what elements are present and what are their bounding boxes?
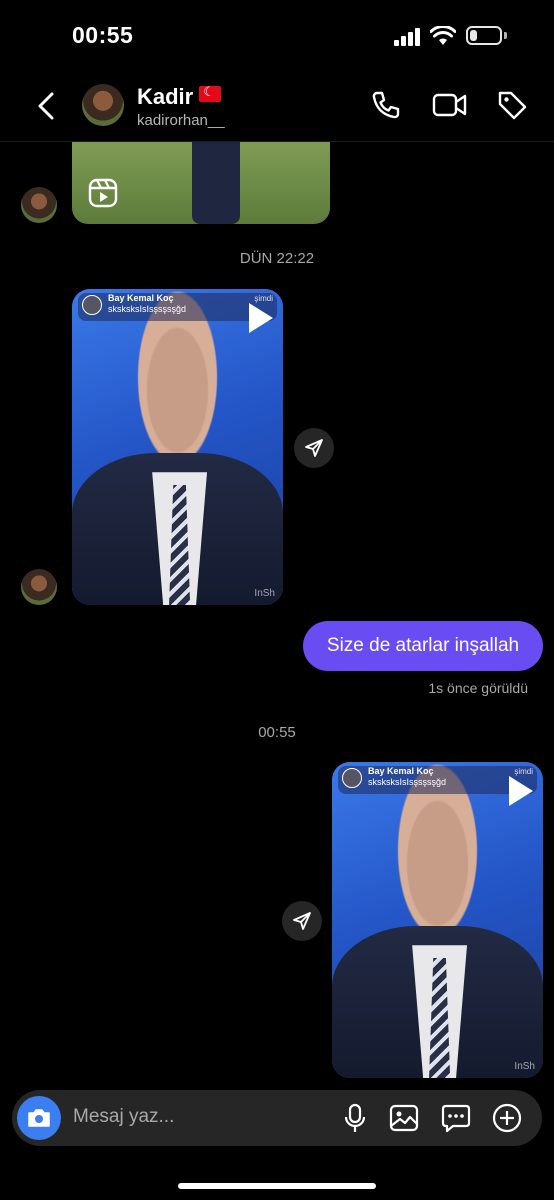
battery-icon — [466, 26, 502, 45]
sender-avatar[interactable] — [21, 187, 57, 223]
sent-message-bubble[interactable]: Size de atarlar inşallah — [303, 621, 543, 671]
post-watermark: InSh — [254, 588, 275, 599]
turkey-flag-icon — [199, 84, 222, 102]
share-button[interactable] — [282, 901, 322, 941]
phone-icon[interactable] — [370, 89, 402, 121]
post-author: Bay Kemal Koç — [108, 293, 174, 303]
contact-avatar[interactable] — [82, 84, 124, 126]
gallery-icon[interactable] — [389, 1102, 419, 1134]
home-indicator[interactable] — [178, 1183, 376, 1189]
contact-username[interactable]: kadirorhan__ — [137, 112, 225, 129]
video-icon[interactable] — [432, 89, 468, 121]
share-button[interactable] — [294, 428, 334, 468]
microphone-icon[interactable] — [343, 1102, 367, 1134]
post-author-avatar — [342, 768, 362, 788]
status-time: 00:55 — [72, 22, 134, 48]
sticker-icon[interactable] — [441, 1102, 471, 1134]
shared-post-received[interactable]: Bay Kemal Koç sksksksIsIsşsşsşğd şimdi I… — [72, 289, 283, 605]
post-caption: sksksksIsIsşsşsşğd — [368, 777, 447, 787]
signal-icon — [394, 28, 422, 46]
camera-button[interactable] — [17, 1096, 61, 1140]
post-author: Bay Kemal Koç — [368, 766, 434, 776]
post-time: şimdi — [254, 294, 273, 303]
play-icon[interactable] — [249, 303, 273, 333]
timestamp: DÜN 22:22 — [239, 250, 315, 267]
post-caption: sksksksIsIsşsşsşğd — [108, 304, 187, 314]
contact-name-text: Kadir — [137, 84, 194, 109]
camera-icon — [28, 1109, 50, 1127]
shared-post-sent[interactable]: Bay Kemal Koç sksksksIsIsşsşsşğd şimdi I… — [332, 762, 543, 1078]
sender-avatar[interactable] — [21, 569, 57, 605]
wifi-icon — [429, 25, 457, 46]
message-input[interactable]: Mesaj yaz... — [73, 1106, 174, 1128]
back-arrow-icon[interactable] — [34, 90, 58, 122]
send-icon — [305, 439, 323, 457]
post-time: şimdi — [514, 767, 533, 776]
send-icon — [293, 912, 311, 930]
reels-icon — [88, 178, 118, 208]
timestamp: 00:55 — [258, 724, 296, 741]
post-watermark: InSh — [514, 1061, 535, 1072]
play-icon[interactable] — [509, 776, 533, 806]
post-author-avatar — [82, 295, 102, 315]
battery-tip — [504, 32, 507, 39]
plus-icon[interactable] — [492, 1102, 522, 1134]
contact-name[interactable]: Kadir — [137, 84, 222, 110]
seen-status: 1s önce görüldü — [428, 680, 528, 696]
tag-icon[interactable] — [496, 89, 528, 121]
